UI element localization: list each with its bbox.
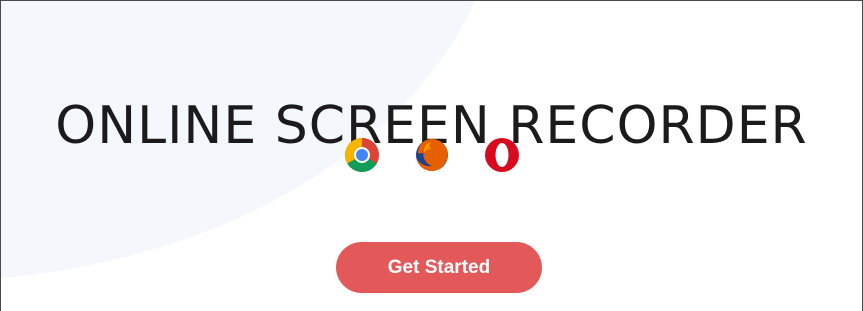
opera-icon bbox=[484, 138, 519, 172]
page-frame: ONLINE SCREEN RECORDER Get Started bbox=[0, 0, 863, 311]
firefox-icon bbox=[415, 139, 448, 171]
get-started-button[interactable]: Get Started bbox=[336, 242, 542, 293]
chrome-icon bbox=[344, 138, 379, 172]
supported-browsers bbox=[1, 137, 862, 173]
